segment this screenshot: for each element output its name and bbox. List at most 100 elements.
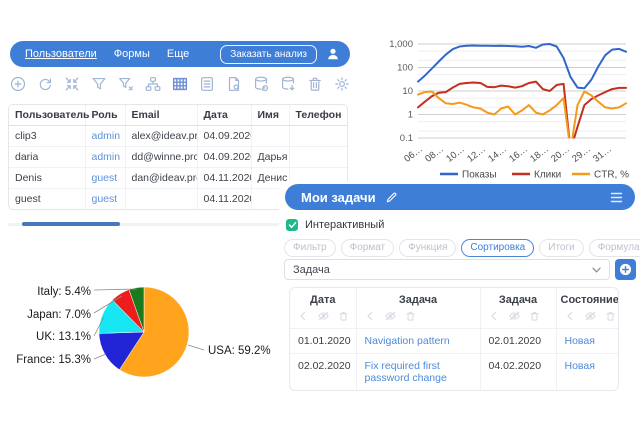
list-view-icon[interactable] <box>197 74 217 94</box>
tasks-column-title: Задача <box>485 294 552 306</box>
x-axis-tick-label: 31… <box>591 144 614 165</box>
tab-формат[interactable]: Формат <box>341 239 395 257</box>
tasks-column-title: Дата <box>294 294 352 306</box>
table-row[interactable]: 02.02.2020Fix required first password ch… <box>290 354 618 391</box>
user-profile-icon[interactable] <box>326 47 340 61</box>
eye-off-icon[interactable] <box>385 311 396 324</box>
role-link[interactable]: guest <box>85 168 125 189</box>
x-axis-tick-label: 16… <box>507 144 530 165</box>
nav-item-forms[interactable]: Формы <box>114 48 150 60</box>
tab-формула[interactable]: Формула <box>589 239 640 257</box>
task-link[interactable]: Navigation pattern <box>356 329 480 354</box>
legend-label: Клики <box>534 170 561 181</box>
horizontal-scrollbar-thumb[interactable] <box>22 222 120 226</box>
table-cell: Denis <box>9 168 85 189</box>
collapse-icon[interactable] <box>62 74 82 94</box>
tab-итоги[interactable]: Итоги <box>539 239 583 257</box>
interactive-checkbox[interactable] <box>286 219 298 231</box>
trash-icon[interactable] <box>406 311 415 324</box>
tasks-table: Дата Задача Задача Состояние 01.01.2020Navi… <box>289 287 619 391</box>
table-cell: 04.02.2020 <box>480 354 556 391</box>
trash-icon[interactable] <box>530 311 539 324</box>
tasks-column-header[interactable]: Дата <box>290 288 356 329</box>
order-analysis-button[interactable]: Заказать анализ <box>220 45 317 64</box>
task-field-select[interactable]: Задача <box>284 259 610 280</box>
series-line-CTR, % <box>418 92 626 151</box>
filter-clear-icon[interactable] <box>116 74 136 94</box>
column-header[interactable]: Пользователь <box>9 105 85 126</box>
settings-tabs: Фильтр ФорматФункция Сортировка Итоги Формул… <box>284 239 640 257</box>
filter-icon[interactable] <box>89 74 109 94</box>
chevron-left-icon[interactable] <box>565 311 575 324</box>
column-header[interactable]: Имя <box>251 105 289 126</box>
column-header[interactable]: Дата <box>197 105 251 126</box>
tasks-column-header[interactable]: Задача <box>356 288 480 329</box>
pie-label-USA: USA: 59.2% <box>208 345 271 357</box>
eye-off-icon[interactable] <box>585 311 596 324</box>
table-cell: 04.09.2020 <box>197 126 251 147</box>
table-row[interactable]: dariaadmindd@winne.pro04.09.2020Дарья <box>9 147 347 168</box>
add-sort-button[interactable] <box>615 259 636 280</box>
hierarchy-icon[interactable] <box>143 74 163 94</box>
chevron-left-icon[interactable] <box>365 311 375 324</box>
column-header[interactable]: Телефон <box>289 105 347 126</box>
trash-icon[interactable] <box>339 311 348 324</box>
tab-сортировка[interactable]: Сортировка <box>461 239 534 257</box>
table-cell: clip3 <box>9 126 85 147</box>
series-line-Клики <box>418 82 626 151</box>
x-axis-tick-label: 10… <box>444 144 467 165</box>
database-export-icon[interactable] <box>278 74 298 94</box>
main-navbar: Пользователи Формы Еще Заказать анализ <box>10 41 350 67</box>
table-cell: 04.09.2020 <box>197 147 251 168</box>
table-toolbar <box>8 71 352 97</box>
settings-gear-icon[interactable] <box>332 74 352 94</box>
interactive-checkbox-label: Интерактивный <box>305 219 384 231</box>
table-row[interactable]: 01.01.2020Navigation pattern02.01.2020Но… <box>290 329 618 354</box>
x-axis-tick-label: 20… <box>549 144 572 165</box>
table-cell: dd@winne.pro <box>125 147 197 168</box>
edit-pencil-icon[interactable] <box>385 191 398 204</box>
nav-item-users[interactable]: Пользователи <box>25 48 97 60</box>
tab-функция[interactable]: Функция <box>399 239 456 257</box>
y-axis-tick-label: 1,000 <box>389 39 413 50</box>
column-header[interactable]: Роль <box>85 105 125 126</box>
x-axis-tick-label: 29… <box>570 144 593 165</box>
eye-off-icon[interactable] <box>318 311 329 324</box>
chevron-left-icon[interactable] <box>489 311 499 324</box>
task-link[interactable]: Новая <box>556 354 618 391</box>
refresh-icon[interactable] <box>35 74 55 94</box>
column-header[interactable]: Email <box>125 105 197 126</box>
nav-item-more[interactable]: Еще <box>167 48 189 60</box>
x-axis-tick-label: 08… <box>423 144 446 165</box>
x-axis-tick-label: 18… <box>528 144 551 165</box>
add-circle-icon[interactable] <box>8 74 28 94</box>
table-cell <box>289 147 347 168</box>
role-link[interactable]: admin <box>85 147 125 168</box>
task-field-select-value: Задача <box>293 264 330 276</box>
table-cell <box>289 126 347 147</box>
role-link[interactable]: admin <box>85 126 125 147</box>
role-link[interactable]: guest <box>85 189 125 210</box>
file-export-icon[interactable] <box>224 74 244 94</box>
countries-pie-chart: USA: 59.2%France: 15.3%UK: 13.1%Japan: 7… <box>5 268 277 398</box>
table-cell: alex@ideav.pro <box>125 126 197 147</box>
pie-label-Japan: Japan: 7.0% <box>27 309 91 321</box>
trash-icon[interactable] <box>606 311 615 324</box>
tab-фильтр[interactable]: Фильтр <box>284 239 336 257</box>
trash-icon[interactable] <box>305 74 325 94</box>
table-row[interactable]: clip3adminalex@ideav.pro04.09.2020 <box>9 126 347 147</box>
task-link[interactable]: Новая <box>556 329 618 354</box>
tasks-column-header[interactable]: Задача <box>480 288 556 329</box>
tasks-column-header[interactable]: Состояние <box>556 288 618 329</box>
table-cell: 02.01.2020 <box>480 329 556 354</box>
grid-view-icon[interactable] <box>170 74 190 94</box>
chevron-left-icon[interactable] <box>298 311 308 324</box>
y-axis-tick-label: 10 <box>402 86 413 97</box>
eye-off-icon[interactable] <box>509 311 520 324</box>
table-cell: 01.01.2020 <box>290 329 356 354</box>
table-cell: 02.02.2020 <box>290 354 356 391</box>
panel-menu-icon[interactable] <box>610 192 623 203</box>
table-cell <box>125 189 197 210</box>
database-sync-icon[interactable] <box>251 74 271 94</box>
task-link[interactable]: Fix required first password change <box>356 354 480 391</box>
